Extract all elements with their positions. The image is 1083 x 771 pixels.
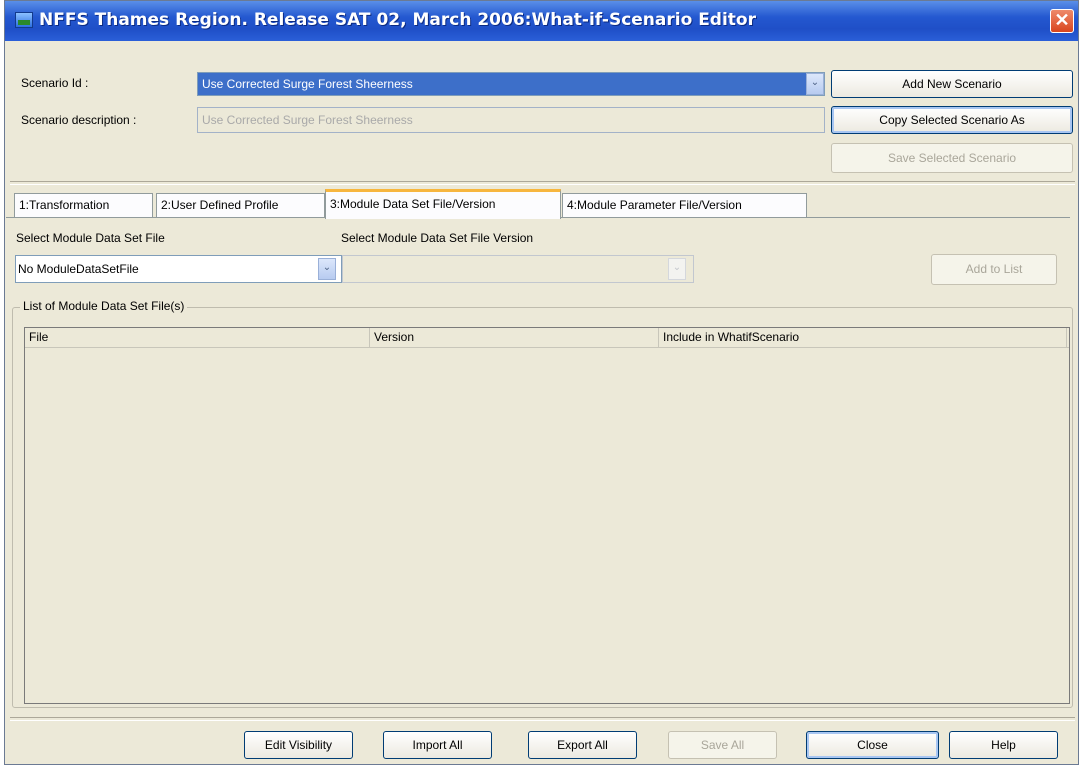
tab-transformation[interactable]: 1:Transformation <box>14 193 153 218</box>
add-new-scenario-button[interactable]: Add New Scenario <box>831 70 1073 98</box>
module-file-dropdown[interactable]: No ModuleDataSetFile <box>15 255 342 283</box>
tab-module-parameter-file-version[interactable]: 4:Module Parameter File/Version <box>562 193 807 218</box>
module-file-label: Select Module Data Set File <box>16 231 165 245</box>
scenario-description-label: Scenario description : <box>21 113 137 127</box>
save-selected-scenario-button: Save Selected Scenario <box>831 143 1073 173</box>
title-bar[interactable]: NFFS Thames Region. Release SAT 02, Marc… <box>5 1 1078 41</box>
tab-user-defined-profile[interactable]: 2:User Defined Profile <box>156 193 325 218</box>
section-divider <box>10 181 1075 185</box>
scenario-description-field: Use Corrected Surge Forest Sheerness <box>197 107 825 133</box>
module-version-label: Select Module Data Set File Version <box>341 231 534 245</box>
footer-divider <box>10 717 1075 721</box>
scenario-id-value: Use Corrected Surge Forest Sheerness <box>202 77 413 91</box>
window-title: NFFS Thames Region. Release SAT 02, Marc… <box>39 10 756 30</box>
chevron-down-icon[interactable]: ⌄ <box>806 73 824 95</box>
close-window-button[interactable]: ✕ <box>1050 9 1074 33</box>
chevron-down-icon: ⌄ <box>668 258 686 280</box>
copy-selected-scenario-button[interactable]: Copy Selected Scenario As <box>831 106 1073 134</box>
scenario-id-dropdown[interactable]: Use Corrected Surge Forest Sheerness <box>197 72 825 96</box>
module-version-dropdown <box>342 255 694 283</box>
chevron-down-icon[interactable]: ⌄ <box>318 258 336 280</box>
save-all-button: Save All <box>668 731 777 759</box>
export-all-button[interactable]: Export All <box>528 731 637 759</box>
table-header: File Version Include in WhatifScenario <box>25 328 1069 348</box>
column-header-include[interactable]: Include in WhatifScenario <box>659 328 1067 347</box>
tab-module-data-set-file-version[interactable]: 3:Module Data Set File/Version <box>325 189 561 219</box>
close-icon: ✕ <box>1054 10 1070 30</box>
list-title: List of Module Data Set File(s) <box>20 299 188 313</box>
app-icon <box>15 12 33 28</box>
scenario-id-label: Scenario Id : <box>21 76 89 90</box>
module-file-value: No ModuleDataSetFile <box>18 262 139 276</box>
help-button[interactable]: Help <box>949 731 1058 759</box>
edit-visibility-button[interactable]: Edit Visibility <box>244 731 353 759</box>
column-header-file[interactable]: File <box>25 328 370 347</box>
add-to-list-button: Add to List <box>931 254 1057 285</box>
module-data-set-table[interactable]: File Version Include in WhatifScenario <box>24 327 1070 704</box>
close-button[interactable]: Close <box>806 731 939 759</box>
import-all-button[interactable]: Import All <box>383 731 492 759</box>
column-header-version[interactable]: Version <box>370 328 659 347</box>
